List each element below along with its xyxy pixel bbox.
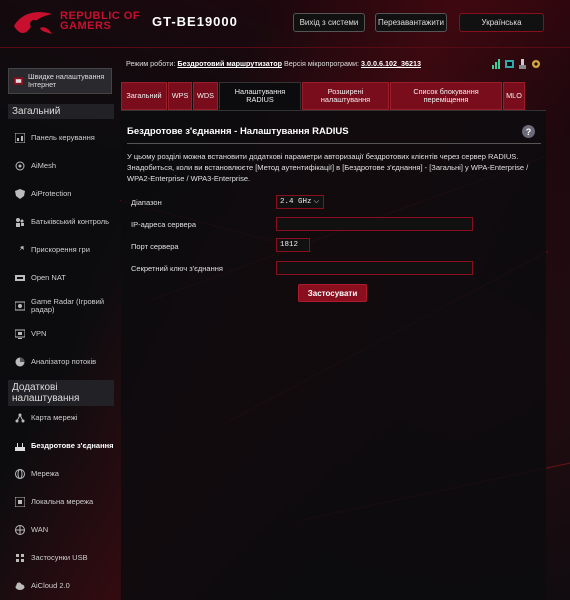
reboot-button[interactable]: Перезавантажити [375, 13, 447, 32]
server-ip-input[interactable] [276, 217, 473, 231]
gear-icon[interactable] [531, 59, 540, 69]
sidebar-item-game-radar[interactable]: Game Radar (Ігровий радар) [8, 294, 114, 318]
traffic-icon [14, 357, 25, 368]
rog-logo-icon [14, 12, 52, 34]
sidebar-item-label: Мережа [31, 468, 59, 478]
section-general-title: Загальний [8, 104, 114, 119]
sidebar-item-wan[interactable]: WAN [8, 518, 114, 542]
nat-icon [14, 273, 25, 284]
vpn-icon [14, 329, 25, 340]
apply-button[interactable]: Застосувати [298, 284, 367, 302]
mode-label: Режим роботи: [126, 59, 176, 68]
signal-icon[interactable] [492, 59, 501, 69]
usb-icon [14, 553, 25, 564]
sidebar-item-usb-apps[interactable]: Застосунки USB [8, 546, 114, 570]
sidebar-item-label: Застосунки USB [31, 552, 88, 562]
firmware-label: Версія мікропрограми: [284, 59, 360, 68]
sidebar-item-label: WAN [31, 524, 49, 534]
radar-icon [14, 301, 25, 312]
tab-advanced-settings[interactable]: Розширені налаштування [302, 82, 389, 110]
page-description: У цьому розділі можна встановити додатко… [127, 152, 529, 183]
title-divider [127, 143, 541, 144]
sidebar-item-label: Бездротове з'єднання [31, 440, 114, 450]
sidebar-item-label: AiCloud 2.0 [31, 580, 70, 590]
wifi-status-icon[interactable] [505, 59, 514, 69]
wan-icon [14, 525, 25, 536]
quick-setup-icon [13, 76, 24, 87]
sidebar-item-game-boost[interactable]: Прискорення гри [8, 238, 114, 262]
band-select[interactable]: 2.4 GHz ⌵ [276, 195, 324, 209]
sidebar-item-label: Аналізатор потоків [31, 356, 97, 366]
quick-setup-label: Швидке налаштування Інтернет [28, 72, 105, 89]
sidebar-item-wireless[interactable]: Бездротове з'єднання [8, 434, 114, 458]
tab-mlo[interactable]: MLO [503, 82, 525, 110]
sidebar-item-dashboard[interactable]: Панель керування [8, 126, 114, 150]
sidebar-item-traffic-analyzer[interactable]: Аналізатор потоків [8, 350, 114, 374]
help-icon[interactable]: ? [522, 125, 535, 138]
secret-key-input[interactable] [276, 261, 473, 275]
sidebar-item-label: Game Radar (Ігровий радар) [31, 296, 105, 314]
server-port-input[interactable]: 1812 [276, 238, 310, 252]
sidebar-item-label: AiProtection [31, 188, 72, 198]
sidebar: Швидке налаштування Інтернет Загальний П… [0, 60, 118, 600]
wireless-icon [14, 441, 25, 452]
mode-link[interactable]: Бездротовий маршрутизатор [177, 59, 282, 68]
sidebar-item-label: Карта мережі [31, 412, 78, 422]
content-panel: Бездротове з'єднання - Налаштування RADI… [121, 110, 546, 600]
header: REPUBLIC OF GAMERS GT-BE19000 Вихід з си… [0, 0, 570, 48]
sidebar-item-label: VPN [31, 328, 47, 338]
quick-setup-button[interactable]: Швидке налаштування Інтернет [8, 68, 112, 94]
band-label: Діапазон [131, 198, 162, 207]
lan-icon [14, 497, 25, 508]
sidebar-item-label: AiMesh [31, 160, 57, 170]
cloud-icon [14, 581, 25, 592]
tab-radius-settings[interactable]: Налаштування RADIUS [219, 82, 301, 110]
sidebar-item-label: Open NAT [31, 272, 66, 282]
sidebar-item-network-map[interactable]: Карта мережі [8, 406, 114, 430]
status-icons [492, 59, 540, 69]
language-label: Українська [481, 18, 522, 27]
tab-wds[interactable]: WDS [193, 82, 218, 110]
language-select[interactable]: Українська [459, 13, 544, 32]
band-value: 2.4 GHz [280, 198, 312, 206]
usb-status-icon[interactable] [518, 59, 527, 69]
logout-button[interactable]: Вихід з системи [293, 13, 365, 32]
tab-wps[interactable]: WPS [168, 82, 192, 110]
chevron-down-icon: ⌵ [313, 198, 319, 206]
sidebar-item-aiprotection[interactable]: AiProtection [8, 182, 114, 206]
tab-general[interactable]: Загальний [121, 82, 167, 110]
server-ip-label: IP-адреса сервера [131, 220, 196, 229]
sidebar-item-aicloud[interactable]: AiCloud 2.0 [8, 574, 114, 598]
brand-name: REPUBLIC OF GAMERS [60, 11, 140, 32]
sidebar-item-label: Батьківський контроль [31, 216, 110, 226]
network-map-icon [14, 413, 25, 424]
parental-icon [14, 217, 25, 228]
aimesh-icon [14, 161, 25, 172]
sidebar-item-aimesh[interactable]: AiMesh [8, 154, 114, 178]
tab-roaming-block-list[interactable]: Список блокування переміщення [390, 82, 502, 110]
sidebar-item-parental-control[interactable]: Батьківський контроль [8, 210, 114, 234]
sidebar-item-network[interactable]: Мережа [8, 462, 114, 486]
section-advanced-title: Додаткові налаштування [8, 380, 114, 406]
model-name: GT-BE19000 [152, 14, 238, 29]
operation-mode-bar: Режим роботи: Бездротовий маршрутизатор … [126, 59, 421, 68]
sidebar-item-lan[interactable]: Локальна мережа [8, 490, 114, 514]
firmware-link[interactable]: 3.0.0.6.102_36213 [361, 59, 421, 68]
sidebar-item-label: Прискорення гри [31, 244, 90, 254]
dashboard-icon [14, 133, 25, 144]
sidebar-item-label: Локальна мережа [31, 496, 94, 506]
shield-icon [14, 189, 25, 200]
rocket-icon [14, 245, 25, 256]
brand-line-2: GAMERS [60, 20, 112, 32]
sidebar-item-label: Панель керування [31, 132, 95, 142]
globe-icon [14, 469, 25, 480]
secret-key-label: Секретний ключ з'єднання [131, 264, 223, 273]
header-divider [0, 47, 570, 48]
sidebar-item-vpn[interactable]: VPN [8, 322, 114, 346]
page-title: Бездротове з'єднання - Налаштування RADI… [127, 126, 349, 137]
server-port-label: Порт сервера [131, 242, 179, 251]
sidebar-item-open-nat[interactable]: Open NAT [8, 266, 114, 290]
